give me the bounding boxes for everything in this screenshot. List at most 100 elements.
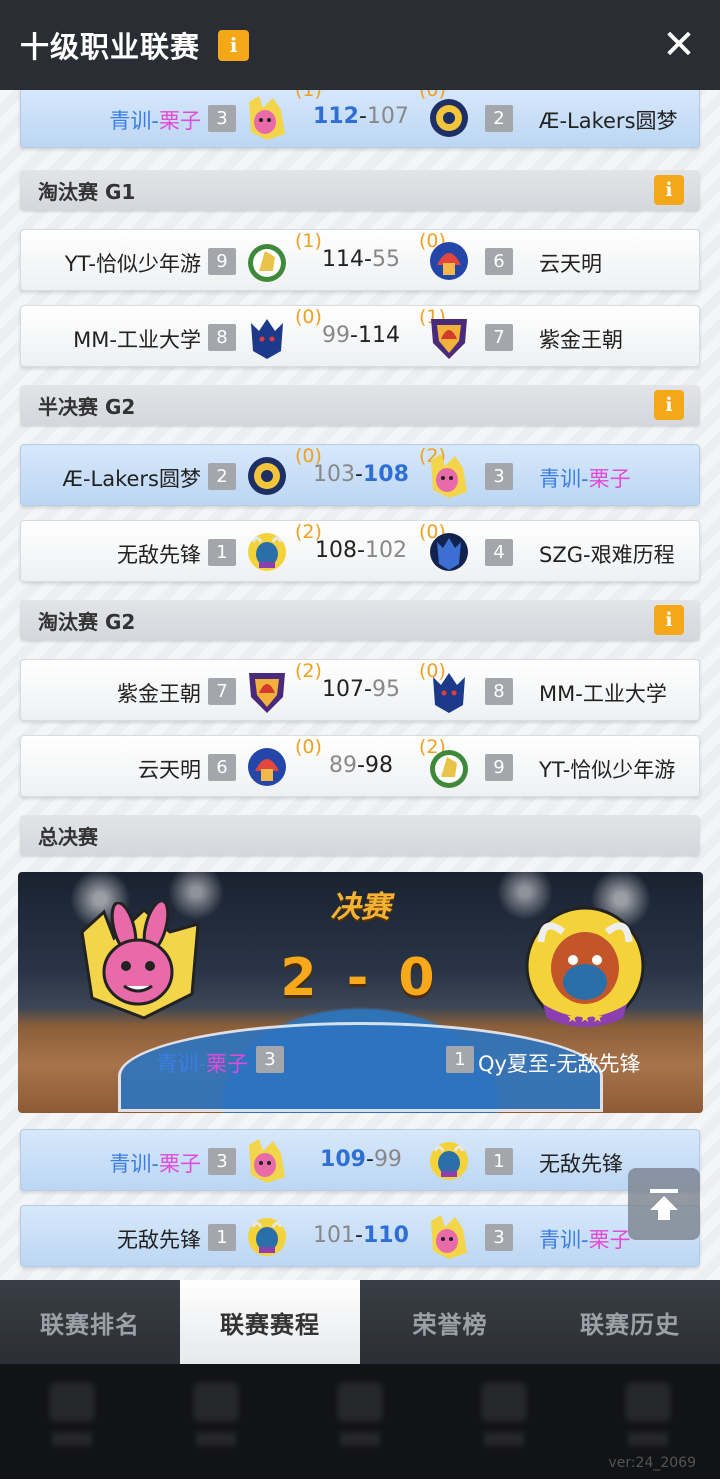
match-row[interactable]: 无敌先锋 1 101-110 3 青训-栗子 [20,1205,700,1267]
back-to-top-icon [650,1188,678,1193]
away-seed-badge: 6 [485,248,513,275]
svg-text:★★★: ★★★ [566,1010,604,1026]
rabbit-team-logo-icon [249,1139,285,1183]
away-team-name: 青训-栗子 [539,1228,631,1252]
home-seed-badge: 1 [208,1224,236,1251]
match-row[interactable]: YT-恰似少年游 9 (1) 114-55 (0) 6 云天明 [20,229,700,291]
home-team-name: Æ-Lakers圆梦 [62,467,201,491]
nav-icon [337,1381,383,1422]
match-score: 103-108 [313,462,409,487]
nav-item[interactable] [474,1381,534,1462]
away-team-name: SZG-艰难历程 [539,543,675,567]
home-team-name: 云天明 [138,758,201,782]
home-seed-badge: 6 [208,754,236,781]
away-team-name: 紫金王朝 [539,328,623,352]
wolf-team-logo-icon [433,673,465,713]
nav-icon [193,1381,239,1422]
bottom-tab-bar: 联赛排名 联赛赛程 荣誉榜 联赛历史 [0,1280,720,1364]
away-team-name: 青训-栗子 [539,467,631,491]
away-team-name: YT-恰似少年游 [539,758,676,782]
spartan-blue-team-logo-icon [430,242,468,280]
arrow-stem [658,1209,670,1220]
away-seed-badge: 2 [485,105,513,132]
section-header-semi-g2: 半决赛 G2 i [20,385,700,425]
tab-honor-board[interactable]: 荣誉榜 [360,1280,540,1364]
tab-league-schedule[interactable]: 联赛赛程 [180,1280,360,1364]
home-seed-badge: 9 [208,248,236,275]
back-to-top-button[interactable] [628,1168,700,1240]
away-team-name: 无敌先锋 [539,1152,623,1176]
section-title: 淘汰赛 G2 [38,609,136,634]
lakers-team-logo-icon [248,457,286,495]
nav-icon [481,1381,527,1422]
home-team-name: MM-工业大学 [73,328,201,352]
tab-league-history[interactable]: 联赛历史 [540,1280,720,1364]
rabbit-team-logo-icon [431,1215,467,1259]
nav-item[interactable] [618,1381,678,1462]
bison-team-logo-icon [248,533,286,571]
nav-item[interactable] [330,1381,390,1462]
nav-item[interactable] [186,1381,246,1462]
away-seed-badge: 9 [485,754,513,781]
away-team-name: Æ-Lakers圆梦 [539,109,678,133]
spartan-shield-team-logo-icon [249,673,285,713]
spartan-blue-team-logo-icon [248,748,286,786]
match-score: 89-98 [329,753,393,778]
section-header-elim-g2: 淘汰赛 G2 i [20,600,700,640]
finals-banner: 决赛 2 - 0 ★★★ 青训-栗子 3 1 Qy夏至-无敌先锋 [18,872,703,1113]
wolf-team-logo-icon [251,319,283,359]
nav-icon [625,1381,671,1422]
spartan-shield-team-logo-icon [431,319,467,359]
match-score: 109-99 [320,1147,402,1172]
match-score: 99-114 [322,323,400,348]
away-seed-badge: 4 [485,539,513,566]
bison-team-logo-icon: ★★★ [525,906,645,1027]
match-score: 107-95 [322,677,400,702]
schedule-list[interactable]: 青训-栗子 3 (1) 112-107 (0) 2 Æ-Lakers圆梦 淘汰赛… [0,90,720,1280]
away-seed-badge: 3 [485,1224,513,1251]
match-row[interactable]: 云天明 6 (0) 89-98 (2) 9 YT-恰似少年游 [20,735,700,797]
nav-label [196,1431,236,1446]
home-seed-badge: 7 [208,678,236,705]
nav-item[interactable] [42,1381,102,1462]
close-button[interactable]: ✕ [662,25,696,65]
away-seed-badge: 1 [485,1148,513,1175]
match-row[interactable]: Æ-Lakers圆梦 2 (0) 103-108 (2) 3 青训-栗子 [20,444,700,506]
away-seed-badge: 8 [485,678,513,705]
version-label: ver:24_2069 [608,1455,696,1471]
rabbit-team-logo-icon [80,902,200,1020]
match-score: 112-107 [313,104,409,129]
home-team-name: 青训-栗子 [109,1152,201,1176]
info-icon[interactable]: i [654,390,684,420]
match-row[interactable]: 紫金王朝 7 (2) 107-95 (0) 8 MM-工业大学 [20,659,700,721]
section-title: 半决赛 G2 [38,394,136,419]
info-icon[interactable]: i [654,605,684,635]
home-team-name: 无敌先锋 [117,543,201,567]
match-row[interactable]: 青训-栗子 3 109-99 1 无敌先锋 [20,1129,700,1191]
match-row[interactable]: 无敌先锋 1 (2) 108-102 (0) 4 SZG-艰难历程 [20,520,700,582]
nav-label [628,1431,668,1446]
nav-label [52,1431,92,1446]
tab-league-ranking[interactable]: 联赛排名 [0,1280,180,1364]
match-row[interactable]: MM-工业大学 8 (0) 99-114 (1) 7 紫金王朝 [20,305,700,367]
bison-team-logo-icon [430,1142,468,1180]
away-team-name: 云天明 [539,252,602,276]
home-seed-badge: 3 [208,1148,236,1175]
away-seed-badge: 7 [485,324,513,351]
match-score: 108-102 [315,538,407,563]
wolf-team-logo-icon [430,533,468,571]
rabbit-team-logo-icon [431,454,467,498]
match-score: 114-55 [322,247,400,272]
lakers-team-logo-icon [430,99,468,137]
info-icon[interactable]: i [218,29,250,61]
away-team-name: MM-工业大学 [539,682,667,706]
home-seed-badge: 3 [208,105,236,132]
nav-icon [49,1381,95,1422]
match-row[interactable]: 青训-栗子 3 (1) 112-107 (0) 2 Æ-Lakers圆梦 [20,90,700,148]
home-seed-badge: 8 [208,324,236,351]
home-seed-badge: 2 [208,463,236,490]
bison-team-logo-icon [248,1218,286,1256]
info-icon[interactable]: i [654,175,684,205]
section-header-finals: 总决赛 [20,815,700,855]
page-title: 十级职业联赛 [20,30,201,64]
